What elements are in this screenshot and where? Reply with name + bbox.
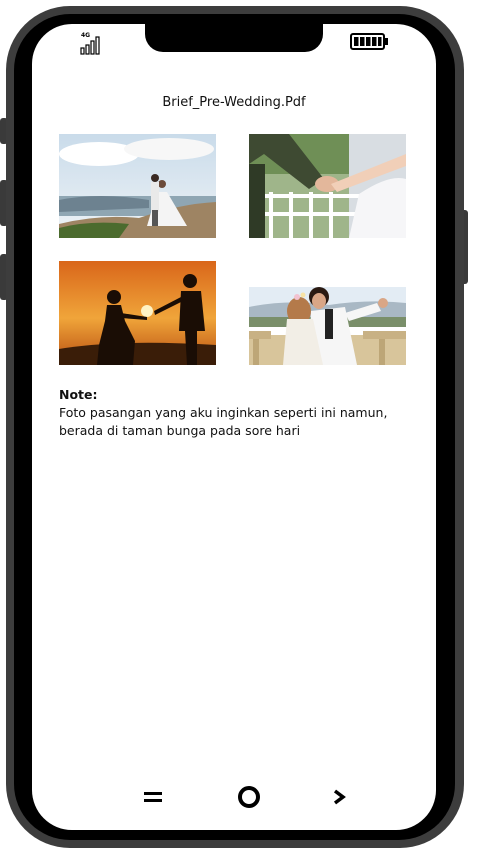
menu-icon[interactable] xyxy=(138,782,168,812)
note-label: Note: xyxy=(59,387,98,402)
chevron-right-icon[interactable] xyxy=(324,782,354,812)
bottom-nav-bar xyxy=(32,782,436,812)
note-text-line2: berada di taman bunga pada sore hari xyxy=(59,423,301,438)
photo-sunset-silhouette[interactable] xyxy=(59,261,216,365)
home-circle-icon[interactable] xyxy=(234,782,264,812)
note-section: Note: Foto pasangan yang aku inginkan se… xyxy=(59,386,419,440)
note-text-line1: Foto pasangan yang aku inginkan seperti … xyxy=(59,405,388,420)
photo-couple-selfie[interactable] xyxy=(249,261,406,365)
camera-notch xyxy=(145,24,323,52)
network-type-label: 4G xyxy=(81,32,90,39)
signal-bars-icon: 4G xyxy=(80,30,104,56)
photo-holding-hands[interactable] xyxy=(249,134,406,238)
phone-screen: 4G Brief_Pre-Wedding.Pdf Note: Foto pasa… xyxy=(32,24,436,830)
battery-icon xyxy=(350,33,390,51)
document-title: Brief_Pre-Wedding.Pdf xyxy=(162,95,306,110)
photo-couple-hilltop[interactable] xyxy=(59,134,216,238)
phone-mockup: 4G Brief_Pre-Wedding.Pdf Note: Foto pasa… xyxy=(0,0,478,853)
